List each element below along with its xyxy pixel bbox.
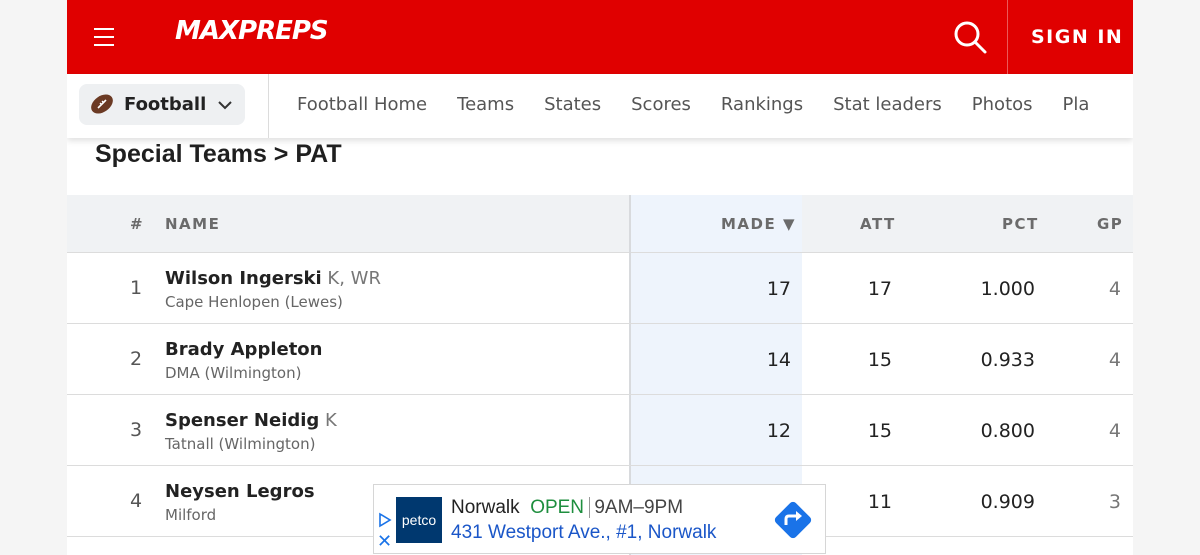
att-cell: 15 xyxy=(867,349,892,371)
site-header: MAXPREPS SIGN IN xyxy=(67,0,1133,74)
ad-address-link[interactable]: 431 Westport Ave., #1, Norwalk xyxy=(451,522,716,544)
att-header[interactable]: ATT xyxy=(860,215,896,233)
att-cell: 11 xyxy=(867,491,892,513)
gp-header[interactable]: GP xyxy=(1097,215,1123,233)
ad-open-status: OPEN xyxy=(530,497,585,518)
page: MAXPREPS SIGN IN Football Football Home T… xyxy=(67,0,1133,555)
rank-header: # xyxy=(130,215,145,233)
player-position: K, WR xyxy=(321,268,381,289)
nav-scores[interactable]: Scores xyxy=(631,94,691,115)
nav-football-home[interactable]: Football Home xyxy=(297,94,427,115)
pct-cell: 0.800 xyxy=(980,420,1035,442)
sport-label: Football xyxy=(124,94,207,115)
pct-cell: 0.933 xyxy=(980,349,1035,371)
nav-rankings[interactable]: Rankings xyxy=(721,94,803,115)
pct-cell: 0.909 xyxy=(980,491,1035,513)
gp-cell: 4 xyxy=(1108,349,1121,371)
att-cell: 17 xyxy=(867,278,892,300)
gp-cell: 4 xyxy=(1108,420,1121,442)
table-row: 3 Spenser Neidig K Tatnall (Wilmington) … xyxy=(67,395,1133,466)
subnav-links: Football Home Teams States Scores Rankings St… xyxy=(297,94,1119,115)
pct-header[interactable]: PCT xyxy=(1002,215,1039,233)
petco-logo: petco xyxy=(396,497,442,543)
table-row: 2 Brady Appleton DMA (Wilmington) 14 15 … xyxy=(67,324,1133,395)
ad-store-line: Norwalk OPEN 9AM–9PM xyxy=(451,497,684,519)
ad-hours: 9AM–9PM xyxy=(589,497,684,518)
school-link[interactable]: DMA (Wilmington) xyxy=(165,364,301,382)
table-row: 1 Wilson Ingerski K, WR Cape Henlopen (L… xyxy=(67,253,1133,324)
menu-icon[interactable] xyxy=(94,28,114,46)
directions-icon[interactable] xyxy=(773,500,813,544)
gp-cell: 3 xyxy=(1108,491,1121,513)
school-link[interactable]: Tatnall (Wilmington) xyxy=(165,435,315,453)
player-name-link[interactable]: Wilson Ingerski K, WR xyxy=(165,268,381,289)
nav-more-truncated[interactable]: Pla xyxy=(1063,94,1090,115)
player-name: Brady Appleton xyxy=(165,339,323,360)
nav-photos[interactable]: Photos xyxy=(972,94,1033,115)
rank-cell: 4 xyxy=(130,490,143,512)
chevron-down-icon xyxy=(217,97,233,116)
rank-cell: 3 xyxy=(130,419,143,441)
nav-teams[interactable]: Teams xyxy=(457,94,514,115)
ad-banner[interactable]: ✕ petco Norwalk OPEN 9AM–9PM 431 Westpor… xyxy=(373,484,826,554)
player-name-link[interactable]: Neysen Legros xyxy=(165,481,315,502)
player-name: Wilson Ingerski xyxy=(165,268,322,289)
made-header[interactable]: MADE ▼ xyxy=(721,215,796,233)
nav-states[interactable]: States xyxy=(544,94,601,115)
player-name-link[interactable]: Spenser Neidig K xyxy=(165,410,337,431)
table-header xyxy=(67,195,1133,253)
pct-cell: 1.000 xyxy=(980,278,1035,300)
adchoices-icon[interactable] xyxy=(377,512,393,532)
gp-cell: 4 xyxy=(1108,278,1121,300)
made-cell: 14 xyxy=(766,349,791,371)
player-name: Spenser Neidig xyxy=(165,410,320,431)
rank-cell: 1 xyxy=(130,277,143,299)
player-name-link[interactable]: Brady Appleton xyxy=(165,339,323,360)
att-cell: 15 xyxy=(867,420,892,442)
player-name: Neysen Legros xyxy=(165,481,315,502)
sport-selector[interactable]: Football xyxy=(79,84,245,125)
name-header[interactable]: NAME xyxy=(165,215,220,233)
rank-cell: 2 xyxy=(130,348,143,370)
subnav-divider xyxy=(268,74,269,138)
sign-in-button[interactable]: SIGN IN xyxy=(1031,26,1123,48)
maxpreps-logo[interactable]: MAXPREPS xyxy=(175,16,329,46)
nav-stat-leaders[interactable]: Stat leaders xyxy=(833,94,942,115)
made-cell: 17 xyxy=(766,278,791,300)
page-title: Special Teams > PAT xyxy=(95,140,342,168)
search-icon[interactable] xyxy=(951,18,989,56)
school-link[interactable]: Milford xyxy=(165,506,216,524)
sport-subnav: Football Football Home Teams States Scores R… xyxy=(67,74,1133,138)
made-cell: 12 xyxy=(766,420,791,442)
header-divider xyxy=(1007,0,1008,74)
school-link[interactable]: Cape Henlopen (Lewes) xyxy=(165,293,343,311)
ad-store-name: Norwalk xyxy=(451,497,520,518)
football-icon xyxy=(89,93,115,119)
player-position: K xyxy=(319,410,337,431)
ad-close-button[interactable]: ✕ xyxy=(377,531,392,552)
